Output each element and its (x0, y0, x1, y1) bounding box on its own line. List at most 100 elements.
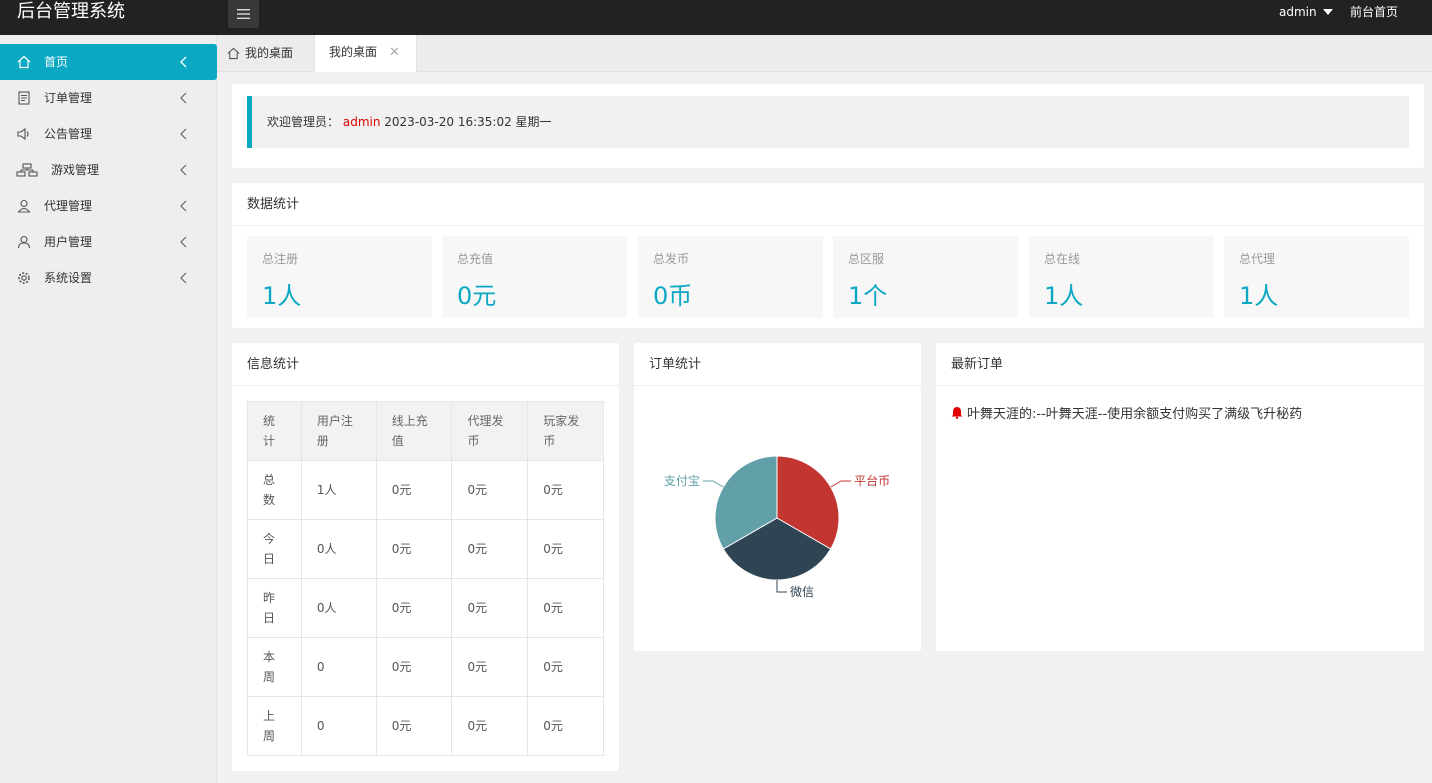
stat-label: 总充值 (457, 252, 494, 266)
tab-bar: 我的桌面 我的桌面 ✕ (217, 35, 1432, 72)
pie-label: 支付宝 (664, 474, 700, 488)
table-cell: 0元 (451, 460, 529, 520)
table-row: 总数 1人 0元 0元 0元 (247, 460, 604, 520)
table-row: 上周 0 0元 0元 0元 (247, 696, 604, 756)
table-cell: 0 (300, 696, 377, 756)
sitemap-icon (16, 162, 38, 178)
brand-title: 后台管理系统 (17, 1, 125, 22)
order-stats-panel: 订单统计 平台币 微信 支付宝 (634, 343, 921, 651)
table-cell: 0元 (375, 578, 453, 638)
stat-value: 1人 (262, 282, 302, 310)
sidebar-item-orders[interactable]: 订单管理 (0, 80, 217, 116)
tab-label: 我的桌面 (245, 46, 294, 60)
hamburger-icon (237, 9, 250, 19)
welcome-panel: 欢迎管理员： admin 2023-03-20 16:35:02 星期一 (232, 84, 1424, 168)
agent-icon (16, 198, 32, 214)
stat-card: 总充值 0元 (442, 236, 627, 318)
table-cell: 0元 (527, 696, 604, 756)
latest-order-item[interactable]: 叶舞天涯的:--叶舞天涯--使用余额支付购买了满级飞升秘药 (951, 403, 1302, 422)
caret-down-icon (1322, 9, 1333, 15)
table-cell: 昨日 (247, 578, 302, 638)
panel-title: 最新订单 (936, 343, 1424, 386)
table-cell: 0人 (300, 519, 377, 579)
welcome-datetime: 2023-03-20 16:35:02 星期一 (384, 115, 552, 129)
menu-toggle-button[interactable] (228, 0, 259, 28)
chevron-left-icon (180, 236, 187, 248)
top-header: 后台管理系统 admin 前台首页 (0, 0, 1432, 35)
sidebar-item-agents[interactable]: 代理管理 (0, 188, 217, 224)
table-cell: 上周 (247, 696, 302, 756)
chevron-left-icon (180, 92, 187, 104)
table-row: 今日 0人 0元 0元 0元 (247, 519, 604, 579)
panel-title: 数据统计 (232, 183, 1424, 226)
stat-card: 总发币 0币 (638, 236, 823, 318)
table-cell: 0人 (300, 578, 377, 638)
sidebar-item-label: 用户管理 (44, 235, 93, 249)
sidebar-item-label: 代理管理 (44, 199, 93, 213)
tab-desktop[interactable]: 我的桌面 ✕ (314, 35, 417, 72)
table-cell: 今日 (247, 519, 302, 579)
table-cell: 0元 (375, 519, 453, 579)
tab-home[interactable]: 我的桌面 (227, 35, 293, 72)
latest-order-text: 叶舞天涯的:--叶舞天涯--使用余额支付购买了满级飞升秘药 (967, 407, 1303, 422)
stat-card: 总代理 1人 (1224, 236, 1409, 318)
sidebar: 首页 订单管理 公告管理 游戏管理 代理管理 用户管理 系统设置 (0, 35, 217, 783)
stat-value: 1人 (1044, 282, 1084, 310)
table-cell: 0元 (451, 519, 529, 579)
panel-title: 订单统计 (634, 343, 921, 386)
stat-value: 0币 (653, 282, 693, 310)
stat-value: 0元 (457, 282, 497, 310)
sidebar-item-settings[interactable]: 系统设置 (0, 260, 217, 296)
order-icon (16, 90, 32, 106)
sidebar-item-home[interactable]: 首页 (0, 44, 217, 80)
stat-value: 1个 (848, 282, 888, 310)
stats-panel: 数据统计 总注册 1人 总充值 0元 总发币 0币 总区服 1个 总在线 1人 … (232, 183, 1424, 328)
column-header: 玩家发币 (527, 401, 604, 461)
latest-orders-panel: 最新订单 叶舞天涯的:--叶舞天涯--使用余额支付购买了满级飞升秘药 (936, 343, 1424, 651)
chevron-left-icon (180, 56, 187, 68)
user-menu[interactable]: admin (1279, 0, 1333, 24)
info-table: 统计 用户注册 线上充值 代理发币 玩家发币 总数 1人 0元 0元 0元 今日… (247, 401, 604, 756)
sidebar-item-users[interactable]: 用户管理 (0, 224, 217, 260)
table-cell: 本周 (247, 637, 302, 697)
tab-label: 我的桌面 (329, 45, 378, 59)
stat-label: 总代理 (1239, 252, 1276, 266)
order-pie-chart: 平台币微信 支付宝 (664, 455, 890, 599)
column-header: 统计 (247, 401, 302, 461)
stat-card: 总在线 1人 (1029, 236, 1214, 318)
column-header: 用户注册 (300, 401, 377, 461)
table-cell: 0元 (451, 578, 529, 638)
welcome-prefix: 欢迎管理员： (267, 115, 340, 129)
column-header: 代理发币 (451, 401, 529, 461)
table-cell: 0元 (451, 696, 529, 756)
stat-label: 总注册 (262, 252, 299, 266)
stat-label: 总发币 (653, 252, 690, 266)
panel-title: 信息统计 (232, 343, 619, 386)
stat-value: 1人 (1239, 282, 1279, 310)
stat-card: 总区服 1个 (833, 236, 1018, 318)
bell-icon (951, 407, 963, 419)
user-icon (16, 234, 32, 250)
sidebar-item-label: 首页 (44, 55, 69, 69)
stat-label: 总在线 (1044, 252, 1081, 266)
stat-card: 总注册 1人 (247, 236, 432, 318)
table-row: 昨日 0人 0元 0元 0元 (247, 578, 604, 638)
welcome-text: 欢迎管理员： admin 2023-03-20 16:35:02 星期一 (267, 96, 552, 148)
sidebar-item-games[interactable]: 游戏管理 (0, 152, 217, 188)
sidebar-item-announcements[interactable]: 公告管理 (0, 116, 217, 152)
table-cell: 0元 (375, 637, 453, 697)
pie-leader-line (702, 480, 724, 488)
welcome-banner: 欢迎管理员： admin 2023-03-20 16:35:02 星期一 (247, 96, 1409, 148)
gear-icon (16, 270, 32, 286)
column-header: 线上充值 (375, 401, 453, 461)
home-icon (227, 47, 240, 60)
info-stats-panel: 信息统计 统计 用户注册 线上充值 代理发币 玩家发币 总数 1人 0元 0元 … (232, 343, 619, 771)
sidebar-item-label: 系统设置 (44, 271, 93, 285)
table-cell: 0元 (527, 519, 604, 579)
close-icon[interactable]: ✕ (389, 35, 400, 70)
sidebar-item-label: 游戏管理 (51, 163, 100, 177)
table-cell: 0 (300, 637, 377, 697)
front-home-link[interactable]: 前台首页 (1350, 0, 1398, 24)
sidebar-item-label: 公告管理 (44, 127, 93, 141)
chevron-left-icon (180, 128, 187, 140)
